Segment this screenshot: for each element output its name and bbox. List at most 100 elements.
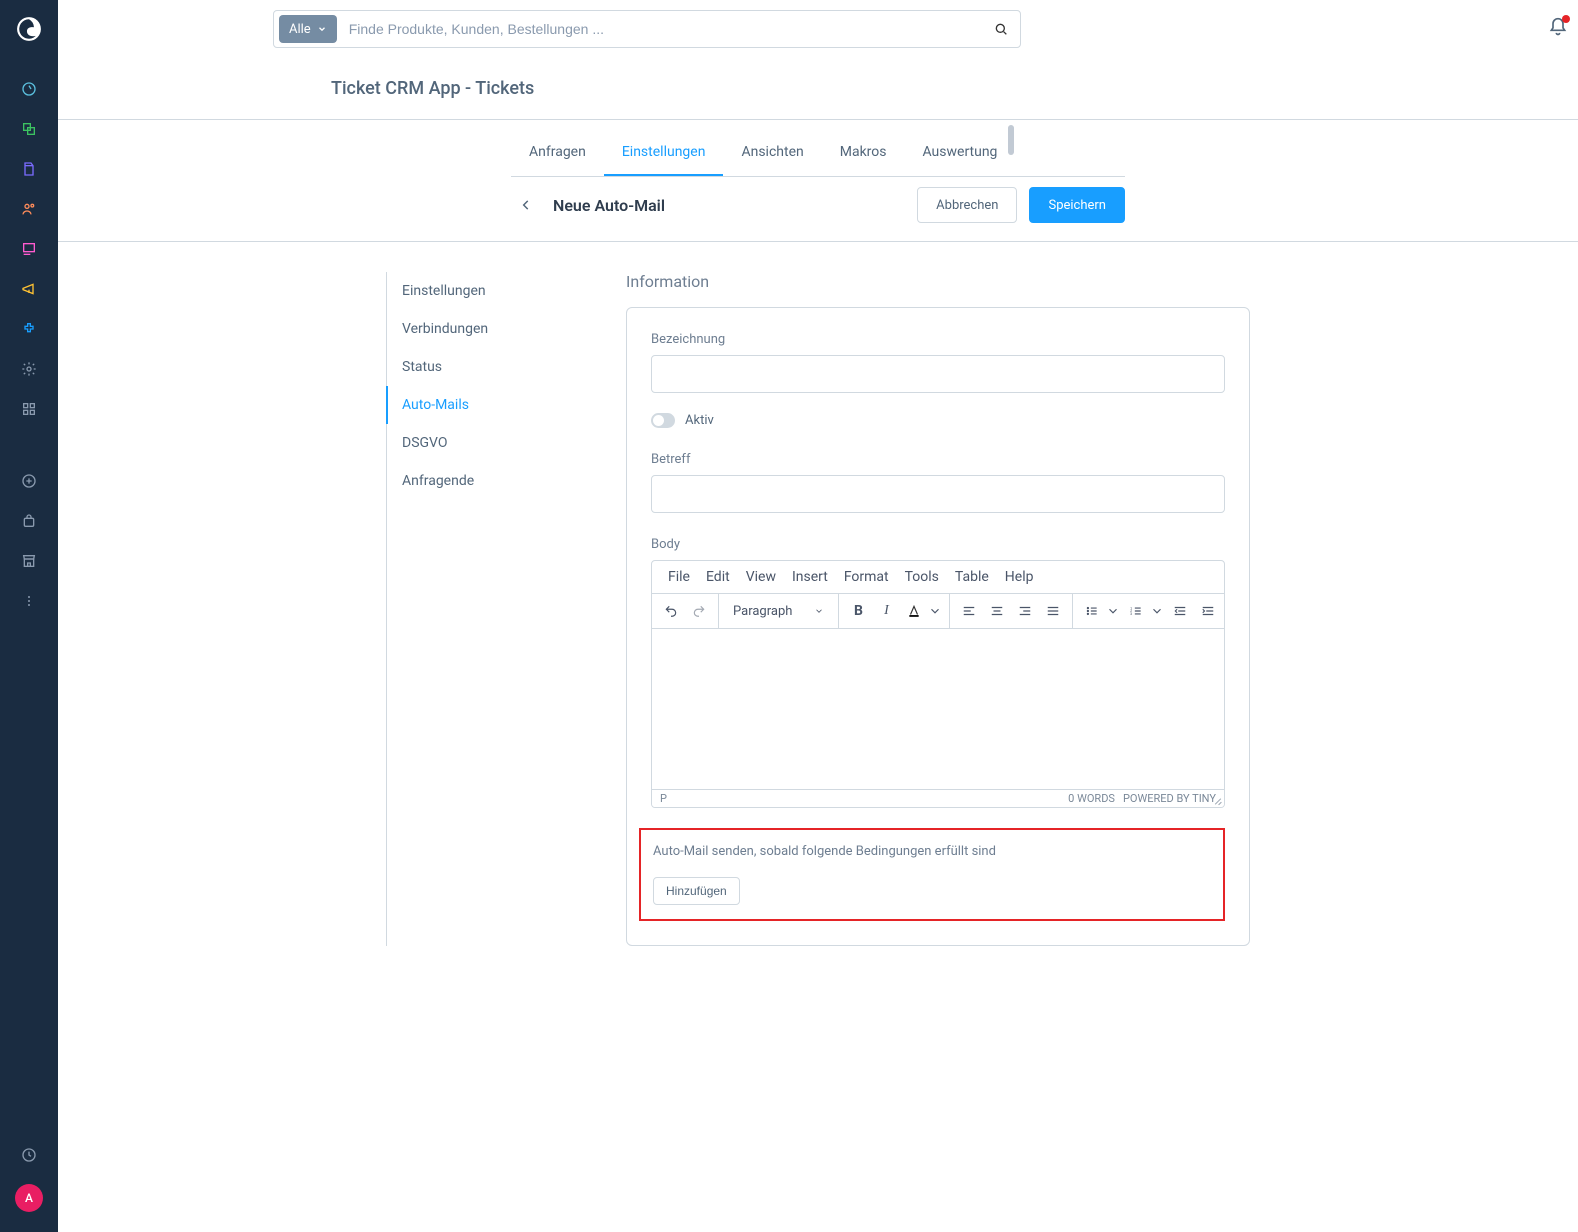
rich-text-editor: FileEditViewInsertFormatToolsTableHelp P… bbox=[651, 560, 1225, 808]
topbar: Alle bbox=[58, 0, 1578, 58]
editor-align-right-button[interactable] bbox=[1012, 598, 1038, 624]
editor-menu-view[interactable]: View bbox=[740, 567, 782, 587]
nav-bag-icon[interactable] bbox=[20, 512, 38, 530]
nav-store-icon[interactable] bbox=[20, 552, 38, 570]
italic-icon: I bbox=[884, 603, 889, 619]
editor-undo-button[interactable] bbox=[658, 598, 684, 624]
nav-extensions-icon[interactable] bbox=[20, 320, 38, 338]
tab-ansichten[interactable]: Ansichten bbox=[723, 130, 821, 176]
tab-auswertung[interactable]: Auswertung bbox=[905, 130, 1016, 176]
redo-icon bbox=[692, 604, 706, 618]
tab-bar: AnfragenEinstellungenAnsichtenMakrosAusw… bbox=[511, 130, 1125, 177]
main-sidebar: A bbox=[0, 0, 58, 1232]
editor-italic-button[interactable]: I bbox=[873, 598, 899, 624]
nav-dashboard-icon[interactable] bbox=[20, 80, 38, 98]
chevron-down-icon bbox=[814, 606, 824, 616]
nav-settings-icon[interactable] bbox=[20, 360, 38, 378]
search-input[interactable] bbox=[337, 21, 982, 37]
editor-textcolor-dropdown[interactable] bbox=[927, 598, 943, 624]
editor-outdent-button[interactable] bbox=[1167, 598, 1193, 624]
numbered-list-icon: 123 bbox=[1129, 604, 1143, 618]
editor-menu-tools[interactable]: Tools bbox=[899, 567, 945, 587]
editor-menu-edit[interactable]: Edit bbox=[700, 567, 736, 587]
tab-einstellungen[interactable]: Einstellungen bbox=[604, 130, 724, 176]
label-body: Body bbox=[651, 537, 1225, 552]
input-bezeichnung[interactable] bbox=[651, 355, 1225, 393]
bold-icon: B bbox=[854, 603, 863, 619]
undo-icon bbox=[664, 604, 678, 618]
notifications-button[interactable] bbox=[1548, 17, 1568, 41]
editor-align-justify-button[interactable] bbox=[1040, 598, 1066, 624]
global-search: Alle bbox=[273, 10, 1021, 48]
chevron-left-icon bbox=[519, 198, 533, 212]
toggle-aktiv[interactable] bbox=[651, 413, 675, 428]
settings-side-menu: EinstellungenVerbindungenStatusAuto-Mail… bbox=[386, 272, 596, 946]
side-item-anfragende[interactable]: Anfragende bbox=[386, 462, 596, 500]
editor-statusbar: P 0 WORDS POWERED BY TINY bbox=[652, 789, 1224, 807]
search-icon bbox=[993, 21, 1009, 37]
chevron-down-icon bbox=[928, 604, 942, 618]
save-button[interactable]: Speichern bbox=[1029, 187, 1125, 223]
editor-indent-button[interactable] bbox=[1195, 598, 1221, 624]
side-item-einstellungen[interactable]: Einstellungen bbox=[386, 272, 596, 310]
align-left-icon bbox=[962, 604, 976, 618]
editor-align-center-button[interactable] bbox=[984, 598, 1010, 624]
page-title: Ticket CRM App - Tickets bbox=[58, 58, 1578, 119]
nav-help-icon[interactable] bbox=[20, 1146, 38, 1164]
nav-add-icon[interactable] bbox=[20, 472, 38, 490]
editor-resize-handle[interactable] bbox=[1212, 795, 1222, 805]
editor-textcolor-button[interactable] bbox=[901, 598, 927, 624]
editor-block-format-label: Paragraph bbox=[733, 604, 792, 619]
editor-block-format-select[interactable]: Paragraph bbox=[725, 598, 832, 624]
editor-align-left-button[interactable] bbox=[956, 598, 982, 624]
tab-anfragen[interactable]: Anfragen bbox=[511, 130, 604, 176]
editor-menu-help[interactable]: Help bbox=[999, 567, 1040, 587]
cancel-button[interactable]: Abbrechen bbox=[917, 187, 1017, 223]
section-title: Information bbox=[626, 272, 1250, 291]
editor-bullet-list-button[interactable] bbox=[1079, 598, 1105, 624]
search-filter-dropdown[interactable]: Alle bbox=[279, 15, 337, 43]
editor-bold-button[interactable]: B bbox=[845, 598, 871, 624]
input-betreff[interactable] bbox=[651, 475, 1225, 513]
nav-apps-icon[interactable] bbox=[20, 400, 38, 418]
nav-more-icon[interactable] bbox=[20, 592, 38, 610]
editor-menubar: FileEditViewInsertFormatToolsTableHelp bbox=[652, 561, 1224, 594]
side-item-auto-mails[interactable]: Auto-Mails bbox=[386, 386, 596, 424]
nav-orders-icon[interactable] bbox=[20, 160, 38, 178]
form-card: Bezeichnung Aktiv Betreff Body bbox=[626, 307, 1250, 946]
back-button[interactable] bbox=[511, 190, 541, 220]
nav-customers-icon[interactable] bbox=[20, 200, 38, 218]
nav-catalogues-icon[interactable] bbox=[20, 120, 38, 138]
add-condition-button[interactable]: Hinzufügen bbox=[653, 877, 740, 905]
outdent-icon bbox=[1173, 604, 1187, 618]
avatar[interactable]: A bbox=[15, 1184, 43, 1212]
action-title: Neue Auto-Mail bbox=[553, 196, 905, 215]
editor-bullet-list-dropdown[interactable] bbox=[1105, 598, 1121, 624]
nav-content-icon[interactable] bbox=[20, 240, 38, 258]
side-item-status[interactable]: Status bbox=[386, 348, 596, 386]
editor-menu-format[interactable]: Format bbox=[838, 567, 895, 587]
scrollbar-thumb[interactable] bbox=[1008, 125, 1014, 155]
chevron-down-icon bbox=[317, 24, 327, 34]
editor-content-area[interactable] bbox=[652, 629, 1224, 789]
editor-numbered-list-button[interactable]: 123 bbox=[1123, 598, 1149, 624]
editor-menu-insert[interactable]: Insert bbox=[786, 567, 834, 587]
editor-redo-button[interactable] bbox=[686, 598, 712, 624]
chevron-down-icon bbox=[1106, 604, 1120, 618]
editor-menu-table[interactable]: Table bbox=[949, 567, 995, 587]
brand-logo[interactable] bbox=[0, 0, 58, 58]
editor-numbered-list-dropdown[interactable] bbox=[1149, 598, 1165, 624]
align-justify-icon bbox=[1046, 604, 1060, 618]
align-center-icon bbox=[990, 604, 1004, 618]
label-betreff: Betreff bbox=[651, 452, 1225, 467]
editor-word-count: 0 WORDS bbox=[1068, 792, 1115, 805]
side-item-dsgvo[interactable]: DSGVO bbox=[386, 424, 596, 462]
nav-marketing-icon[interactable] bbox=[20, 280, 38, 298]
search-button[interactable] bbox=[982, 10, 1020, 48]
tab-makros[interactable]: Makros bbox=[822, 130, 905, 176]
side-item-verbindungen[interactable]: Verbindungen bbox=[386, 310, 596, 348]
editor-menu-file[interactable]: File bbox=[662, 567, 696, 587]
label-aktiv: Aktiv bbox=[685, 413, 714, 428]
chevron-down-icon bbox=[1150, 604, 1164, 618]
text-color-icon bbox=[907, 604, 921, 618]
